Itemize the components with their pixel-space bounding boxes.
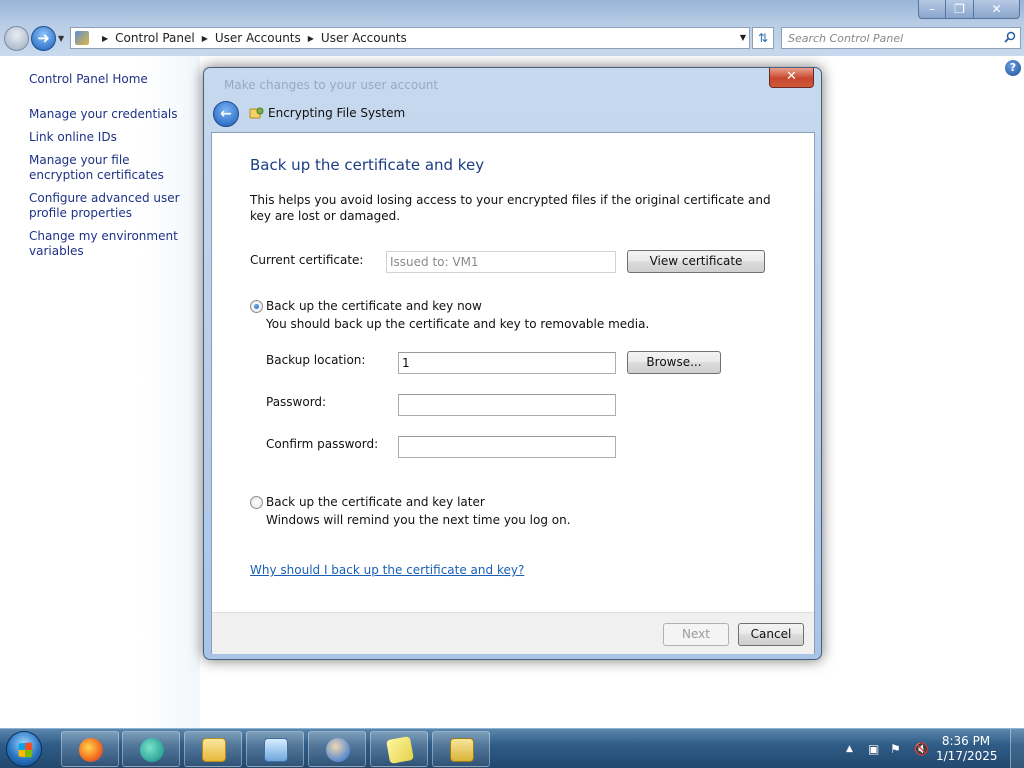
show-hidden-icons-icon[interactable]: ▲ xyxy=(846,744,853,754)
backup-now-description: You should back up the certificate and k… xyxy=(266,317,650,331)
search-input[interactable] xyxy=(782,28,992,48)
maximize-button[interactable]: ❐ xyxy=(946,0,973,19)
address-bar[interactable]: ▶ Control Panel ▶ User Accounts ▶ User Accoun… xyxy=(70,27,750,49)
task-pane: Control Panel Home Manage your credentia… xyxy=(0,56,200,728)
breadcrumb-chevron-icon[interactable]: ▶ xyxy=(308,34,314,43)
task-link-online-ids[interactable]: Link online IDs xyxy=(29,130,189,145)
users-icon xyxy=(326,738,350,762)
current-certificate-label: Current certificate: xyxy=(250,253,364,267)
search-box[interactable] xyxy=(781,27,1021,49)
taskbar-firefox[interactable] xyxy=(61,731,119,767)
confirm-password-label: Confirm password: xyxy=(266,437,379,451)
volume-muted-icon[interactable]: 🔇 xyxy=(914,742,929,756)
show-desktop-button[interactable] xyxy=(1010,729,1024,768)
search-icon[interactable] xyxy=(1004,31,1016,43)
taskbar-chat-app[interactable] xyxy=(122,731,180,767)
notes-icon xyxy=(386,736,414,764)
firefox-icon xyxy=(79,738,103,762)
dialog-body: Back up the certificate and key This hel… xyxy=(211,132,815,654)
taskbar: ▲ ▣ ⚑ 🔇 8:36 PM 1/17/2025 xyxy=(0,728,1024,768)
backup-later-radio[interactable] xyxy=(250,496,263,509)
control-panel-icon xyxy=(75,31,89,45)
task-link-environment-variables[interactable]: Change my environment variables xyxy=(29,229,189,259)
control-panel-icon xyxy=(264,738,288,762)
confirm-password-input[interactable] xyxy=(398,436,616,458)
dialog-close-button[interactable]: ✕ xyxy=(769,68,814,88)
intro-text: This helps you avoid losing access to yo… xyxy=(250,193,771,223)
breadcrumb-chevron-icon[interactable]: ▶ xyxy=(202,34,208,43)
minimize-button[interactable]: – xyxy=(918,0,946,19)
start-button[interactable] xyxy=(6,731,42,767)
backup-now-radio[interactable] xyxy=(250,300,263,313)
dialog-footer: Next Cancel xyxy=(212,612,814,654)
dialog-back-button[interactable]: ← xyxy=(213,101,239,127)
recent-pages-dropdown[interactable]: ▼ xyxy=(58,34,64,43)
page-heading: Back up the certificate and key xyxy=(250,156,485,174)
control-panel-home-link[interactable]: Control Panel Home xyxy=(29,72,148,86)
backup-now-label[interactable]: Back up the certificate and key now xyxy=(266,299,482,313)
password-label: Password: xyxy=(266,395,327,409)
refresh-button[interactable]: ⇅ xyxy=(752,27,774,49)
explorer-title-bar: – ❐ ✕ ➜ ▼ ▶ Control Panel ▶ User Accounts ▶ U… xyxy=(0,0,1024,56)
help-icon[interactable]: ? xyxy=(1005,60,1021,76)
network-icon[interactable]: ▣ xyxy=(868,742,879,756)
clock-date: 1/17/2025 xyxy=(936,749,998,763)
task-list: Manage your credentials Link online IDs … xyxy=(29,107,189,267)
breadcrumb-chevron-icon[interactable]: ▶ xyxy=(102,34,108,43)
forward-button[interactable]: ➜ xyxy=(31,26,56,51)
clock[interactable]: 8:36 PM 1/17/2025 xyxy=(936,734,998,764)
address-dropdown-icon[interactable]: ▼ xyxy=(740,33,746,42)
efs-dialog: Make changes to your user account ✕ ← En… xyxy=(203,67,822,660)
folder-icon xyxy=(202,738,226,762)
backup-later-label[interactable]: Back up the certificate and key later xyxy=(266,495,485,509)
taskbar-control-panel[interactable] xyxy=(246,731,304,767)
task-link-manage-credentials[interactable]: Manage your credentials xyxy=(29,107,189,122)
breadcrumb-item[interactable]: User Accounts xyxy=(321,31,407,45)
taskbar-sticky-notes[interactable] xyxy=(370,731,428,767)
action-center-flag-icon[interactable]: ⚑ xyxy=(890,742,901,756)
background-window-title: Make changes to your user account xyxy=(224,78,439,92)
breadcrumb: ▶ Control Panel ▶ User Accounts ▶ User Accoun… xyxy=(95,31,407,45)
taskbar-explorer[interactable] xyxy=(184,731,242,767)
backup-later-description: Windows will remind you the next time yo… xyxy=(266,513,571,527)
view-certificate-button[interactable]: View certificate xyxy=(627,250,765,273)
breadcrumb-item[interactable]: User Accounts xyxy=(215,31,301,45)
taskbar-user-accounts[interactable] xyxy=(308,731,366,767)
browse-button[interactable]: Browse... xyxy=(627,351,721,374)
close-window-button[interactable]: ✕ xyxy=(973,0,1020,19)
backup-location-input[interactable] xyxy=(398,352,616,374)
next-button[interactable]: Next xyxy=(663,623,729,646)
dialog-title: Encrypting File System xyxy=(268,106,406,120)
current-certificate-field xyxy=(386,251,616,273)
backup-location-label: Backup location: xyxy=(266,353,366,367)
why-backup-link[interactable]: Why should I back up the certificate and… xyxy=(250,563,524,577)
certificate-key-icon xyxy=(249,107,264,119)
breadcrumb-item[interactable]: Control Panel xyxy=(115,31,195,45)
taskbar-efs-dialog[interactable] xyxy=(432,731,490,767)
task-link-file-encryption-certificates[interactable]: Manage your file encryption certificates xyxy=(29,153,189,183)
task-link-advanced-profile-properties[interactable]: Configure advanced user profile properti… xyxy=(29,191,189,221)
certificate-key-icon xyxy=(450,738,474,762)
clock-time: 8:36 PM xyxy=(941,734,991,748)
password-input[interactable] xyxy=(398,394,616,416)
chat-bubble-icon xyxy=(140,738,164,762)
cancel-button[interactable]: Cancel xyxy=(738,623,804,646)
back-button[interactable] xyxy=(4,26,29,51)
